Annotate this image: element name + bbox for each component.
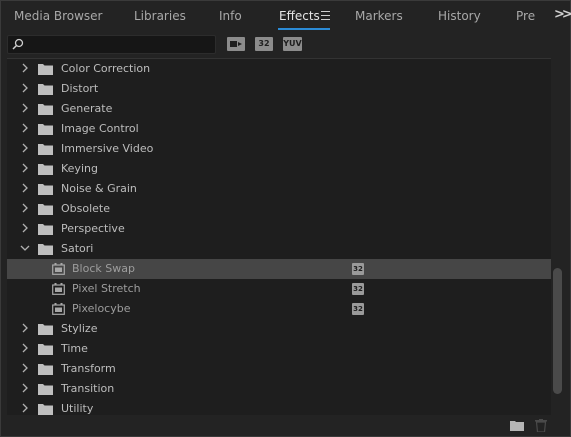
effects-tree: Color Correction Distort Generate Image Con…	[7, 58, 551, 415]
effect-icon	[52, 303, 65, 315]
effects-panel: Media Browser Libraries Info Effects Mar…	[0, 0, 571, 437]
folder-label: Distort	[61, 82, 99, 95]
folder-label: Satori	[61, 242, 94, 255]
32-bit-filter-button[interactable]: 32	[255, 37, 273, 51]
folder-label: Stylize	[61, 322, 98, 335]
panel-menu-icon[interactable]	[321, 11, 330, 20]
search-input[interactable]	[28, 36, 212, 55]
folder-row[interactable]: Noise & Grain	[7, 179, 551, 199]
folder-label: Noise & Grain	[61, 182, 137, 195]
folder-label: Transition	[61, 382, 115, 395]
effect-row[interactable]: Pixel Stretch 32	[7, 279, 551, 299]
folder-row[interactable]: Transform	[7, 359, 551, 379]
folder-label: Transform	[61, 362, 116, 375]
overflow-chevron-icon[interactable]: >>	[554, 7, 571, 22]
chevron-down-icon[interactable]	[20, 243, 30, 253]
tab-pre[interactable]: Pre	[516, 9, 536, 23]
folder-icon	[38, 404, 53, 415]
folder-row[interactable]: Time	[7, 339, 551, 359]
folder-icon	[38, 324, 53, 335]
chevron-right-icon[interactable]	[20, 203, 30, 213]
folder-label: Image Control	[61, 122, 139, 135]
accelerated-effects-filter-button[interactable]	[227, 37, 245, 51]
new-bin-icon[interactable]	[510, 420, 524, 431]
folder-row[interactable]: Image Control	[7, 119, 551, 139]
chevron-right-icon[interactable]	[20, 363, 30, 373]
32-bit-badge-icon: 32	[352, 303, 364, 315]
folder-row[interactable]: Distort	[7, 79, 551, 99]
chevron-right-icon[interactable]	[20, 323, 30, 333]
folder-icon	[38, 84, 53, 95]
folder-row[interactable]: Stylize	[7, 319, 551, 339]
folder-icon	[38, 224, 53, 235]
effect-row[interactable]: Block Swap 32	[7, 259, 551, 279]
vertical-scrollbar[interactable]	[552, 58, 563, 414]
chevron-right-icon[interactable]	[20, 103, 30, 113]
folder-icon	[38, 184, 53, 195]
folder-label: Immersive Video	[61, 142, 154, 155]
search-field[interactable]	[7, 35, 216, 55]
effect-icon	[52, 283, 65, 295]
folder-icon	[38, 244, 53, 255]
folder-icon	[38, 384, 53, 395]
tab-libraries[interactable]: Libraries	[134, 9, 186, 23]
folder-icon	[38, 144, 53, 155]
tab-history[interactable]: History	[438, 9, 481, 23]
32-bit-badge-icon: 32	[352, 263, 364, 275]
folder-label: Color Correction	[61, 62, 151, 75]
chevron-right-icon[interactable]	[20, 223, 30, 233]
tab-media-browser[interactable]: Media Browser	[14, 9, 102, 23]
tab-bar: Media Browser Libraries Info Effects Mar…	[1, 1, 571, 32]
folder-row[interactable]: Utility	[7, 399, 551, 419]
scrollbar-thumb[interactable]	[553, 268, 562, 394]
folder-icon	[38, 64, 53, 75]
folder-label: Utility	[61, 402, 94, 415]
effect-icon	[52, 263, 65, 275]
folder-icon	[38, 344, 53, 355]
folder-row[interactable]: Transition	[7, 379, 551, 399]
trash-icon[interactable]	[535, 419, 547, 432]
folder-row[interactable]: Perspective	[7, 219, 551, 239]
chevron-right-icon[interactable]	[20, 343, 30, 353]
32-bit-badge-icon: 32	[352, 283, 364, 295]
folder-row[interactable]: Immersive Video	[7, 139, 551, 159]
chevron-right-icon[interactable]	[20, 383, 30, 393]
effect-row[interactable]: Pixelocybe 32	[7, 299, 551, 319]
folder-icon	[38, 364, 53, 375]
folder-row[interactable]: Obsolete	[7, 199, 551, 219]
search-icon	[12, 38, 24, 50]
folder-icon	[38, 104, 53, 115]
chevron-right-icon[interactable]	[20, 143, 30, 153]
folder-row[interactable]: Satori	[7, 239, 551, 259]
chevron-right-icon[interactable]	[20, 403, 30, 413]
folder-label: Generate	[61, 102, 113, 115]
effect-label: Block Swap	[72, 262, 135, 275]
folder-row[interactable]: Keying	[7, 159, 551, 179]
tab-effects[interactable]: Effects	[279, 9, 320, 23]
folder-icon	[38, 204, 53, 215]
folder-label: Obsolete	[61, 202, 111, 215]
folder-row[interactable]: Generate	[7, 99, 551, 119]
effect-label: Pixel Stretch	[72, 282, 141, 295]
chevron-right-icon[interactable]	[20, 63, 30, 73]
chevron-right-icon[interactable]	[20, 183, 30, 193]
chevron-right-icon[interactable]	[20, 123, 30, 133]
folder-label: Keying	[61, 162, 98, 175]
tab-markers[interactable]: Markers	[355, 9, 403, 23]
yuv-filter-button[interactable]: YUV	[283, 37, 302, 51]
folder-row[interactable]: Color Correction	[7, 59, 551, 79]
active-tab-indicator	[278, 28, 330, 30]
chevron-right-icon[interactable]	[20, 83, 30, 93]
chevron-right-icon[interactable]	[20, 163, 30, 173]
folder-label: Perspective	[61, 222, 125, 235]
effect-label: Pixelocybe	[72, 302, 131, 315]
folder-icon	[38, 124, 53, 135]
folder-icon	[38, 164, 53, 175]
accelerated-effects-icon	[230, 41, 242, 47]
tab-info[interactable]: Info	[219, 9, 242, 23]
folder-label: Time	[61, 342, 88, 355]
